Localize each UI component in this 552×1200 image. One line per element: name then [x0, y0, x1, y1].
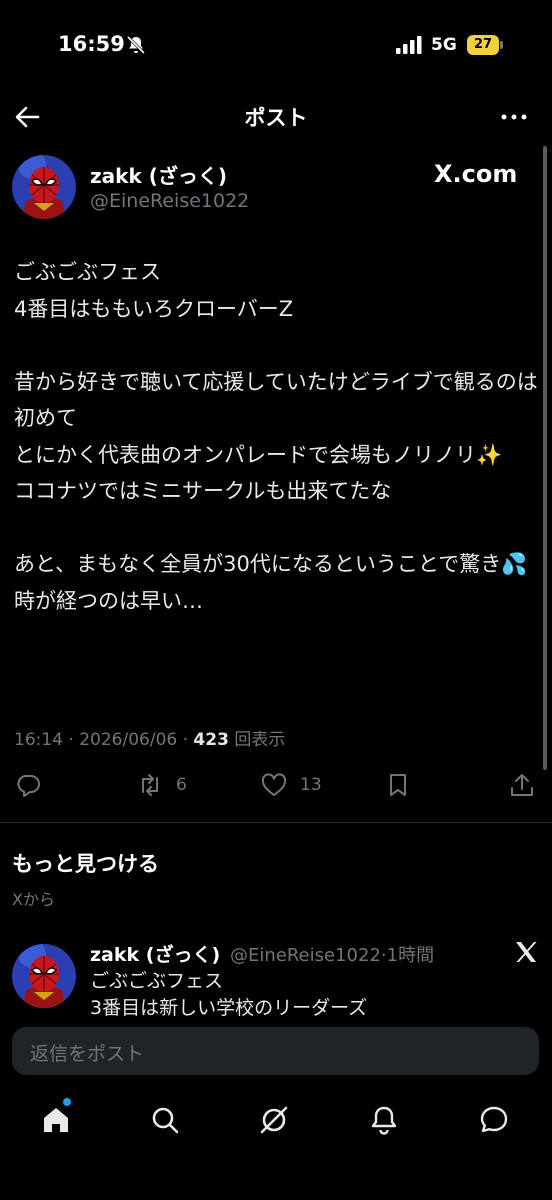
- nav-notifications[interactable]: [364, 1100, 404, 1140]
- bookmark-icon: [390, 774, 406, 796]
- post-meta: 16:14 · 2026/06/06 · 423 回表示: [14, 730, 286, 750]
- section-subtitle: Xから: [12, 890, 55, 909]
- bottom-nav: [0, 1086, 552, 1200]
- repost-count: 6: [176, 775, 187, 795]
- author-name[interactable]: zakk (ざっく): [90, 160, 227, 189]
- divider: [0, 822, 552, 823]
- top-bar: ポスト: [0, 92, 552, 140]
- post-text: ごぶごぶフェス 4番目はももいろクローバーZ 昔から好きで聴いて応援していたけど…: [14, 260, 538, 613]
- search-icon: [152, 1107, 179, 1134]
- grok-icon: [260, 1106, 288, 1134]
- avatar[interactable]: [12, 155, 76, 219]
- action-bar: 6 13: [0, 766, 552, 806]
- recommended-author-name[interactable]: zakk (ざっく): [90, 940, 220, 967]
- repost-icon: [142, 774, 158, 796]
- repost-button[interactable]: 6: [136, 766, 187, 804]
- reply-bar: 返信をポスト: [0, 1016, 552, 1086]
- view-label: 回表示: [234, 730, 286, 750]
- recommended-author-handle[interactable]: @EineReise1022·1時間: [230, 941, 434, 967]
- nav-home[interactable]: [36, 1098, 76, 1140]
- share-icon: [511, 774, 533, 796]
- post-time: 16:14: [14, 730, 63, 750]
- status-bar: 16:59 5G 27: [0, 0, 552, 92]
- notification-dot: [63, 1098, 71, 1106]
- scrollbar[interactable]: [543, 146, 547, 770]
- bookmark-button[interactable]: [384, 766, 412, 804]
- network-type: 5G: [431, 35, 457, 55]
- more-horizontal-icon[interactable]: [496, 100, 532, 134]
- signal-icon: [396, 36, 422, 54]
- battery-level: 27: [467, 35, 499, 55]
- battery-icon: 27: [467, 35, 503, 55]
- bell-icon: [371, 1106, 397, 1135]
- source-badge: X.com: [434, 160, 518, 188]
- reply-button[interactable]: [14, 766, 42, 804]
- reply-placeholder: 返信をポスト: [30, 1043, 145, 1065]
- avatar[interactable]: [12, 944, 76, 1008]
- reply-icon: [17, 775, 40, 797]
- like-button[interactable]: 13: [260, 766, 322, 804]
- nav-search[interactable]: [145, 1100, 185, 1140]
- author-handle[interactable]: @EineReise1022: [90, 190, 249, 212]
- section-title: もっと見つける: [12, 852, 159, 876]
- page-title: ポスト: [244, 106, 308, 130]
- reply-input[interactable]: 返信をポスト: [12, 1027, 539, 1075]
- view-count: 423: [193, 730, 229, 750]
- share-button[interactable]: [508, 766, 536, 804]
- status-time: 16:59: [58, 32, 125, 56]
- post-date: 2026/06/06: [79, 730, 178, 750]
- home-icon: [44, 1108, 68, 1132]
- heart-icon: [261, 773, 287, 796]
- like-count: 13: [300, 775, 322, 795]
- nav-grok[interactable]: [254, 1100, 294, 1140]
- recommended-post-text[interactable]: ごぶごぶフェス 3番目は新しい学校のリーダーズ: [90, 968, 530, 1016]
- x-logo-icon: [516, 942, 537, 962]
- bell-muted-icon: [126, 35, 146, 55]
- messages-icon: [480, 1106, 508, 1133]
- nav-messages[interactable]: [474, 1100, 514, 1140]
